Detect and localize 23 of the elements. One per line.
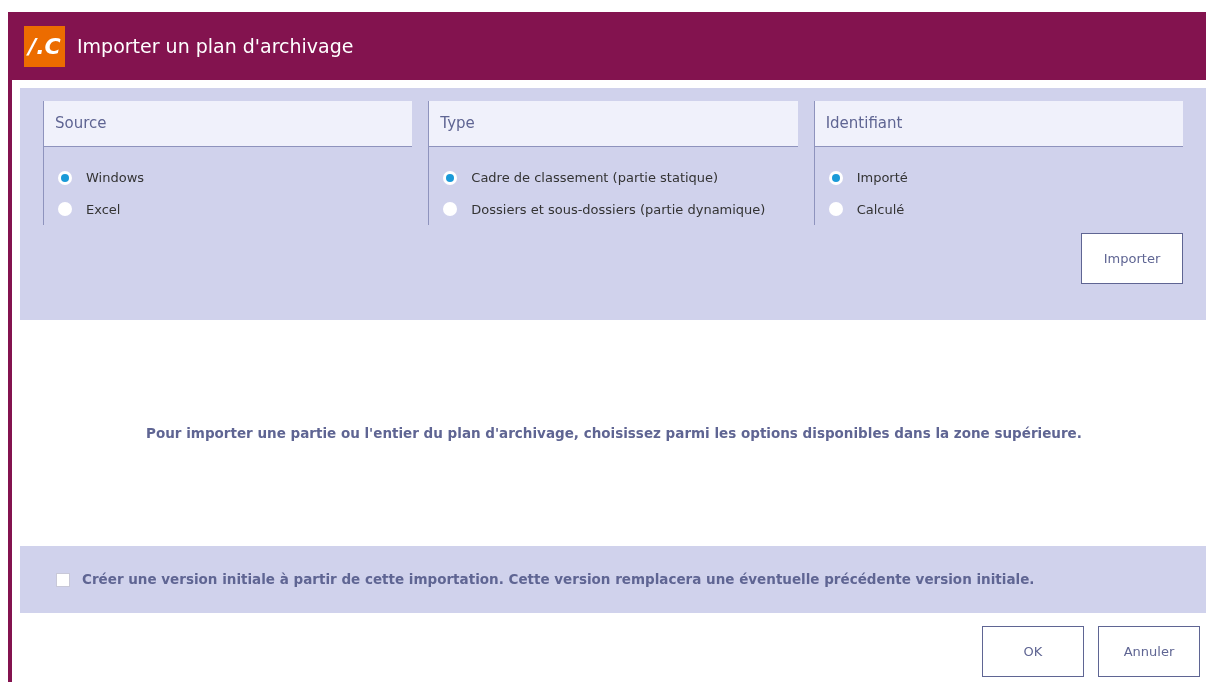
radio-option[interactable]: Excel	[58, 199, 413, 219]
radio-button[interactable]	[828, 170, 843, 185]
dialog-button[interactable]: Annuler	[1098, 626, 1200, 677]
group-header: Type	[429, 101, 798, 147]
radio-option[interactable]: Importé	[828, 168, 1183, 188]
checkbox-label: Créer une version initiale à partir de cette importation. Cette version remplacera une éventuelle précédente version initiale.	[82, 570, 1035, 590]
radio-button[interactable]	[443, 202, 458, 217]
checkbox[interactable]	[56, 572, 70, 587]
radio-option[interactable]: Windows	[58, 168, 413, 188]
radio-button[interactable]	[58, 202, 72, 217]
window-title: Importer un plan d'archivage	[77, 33, 354, 59]
group-header: Identifiant	[814, 101, 1183, 147]
radio-button[interactable]	[443, 170, 458, 185]
radio-option[interactable]: Dossiers et sous-dossiers (partie dynamique)	[443, 199, 798, 219]
import-button[interactable]: Importer	[1081, 233, 1183, 284]
app-logo: /.C	[24, 25, 65, 67]
radio-option[interactable]: Cadre de classement (partie statique)	[443, 168, 798, 188]
radio-button[interactable]	[828, 202, 843, 217]
dialog-button[interactable]: OK	[982, 626, 1084, 677]
radio-button[interactable]	[58, 170, 72, 185]
radio-option[interactable]: Calculé	[828, 199, 1183, 219]
group-header: Source	[44, 101, 413, 147]
info-message: Pour importer une partie ou l'entier du plan d'archivage, choisissez parmi les options disponibles dans la zone supérieure.	[146, 423, 1082, 443]
